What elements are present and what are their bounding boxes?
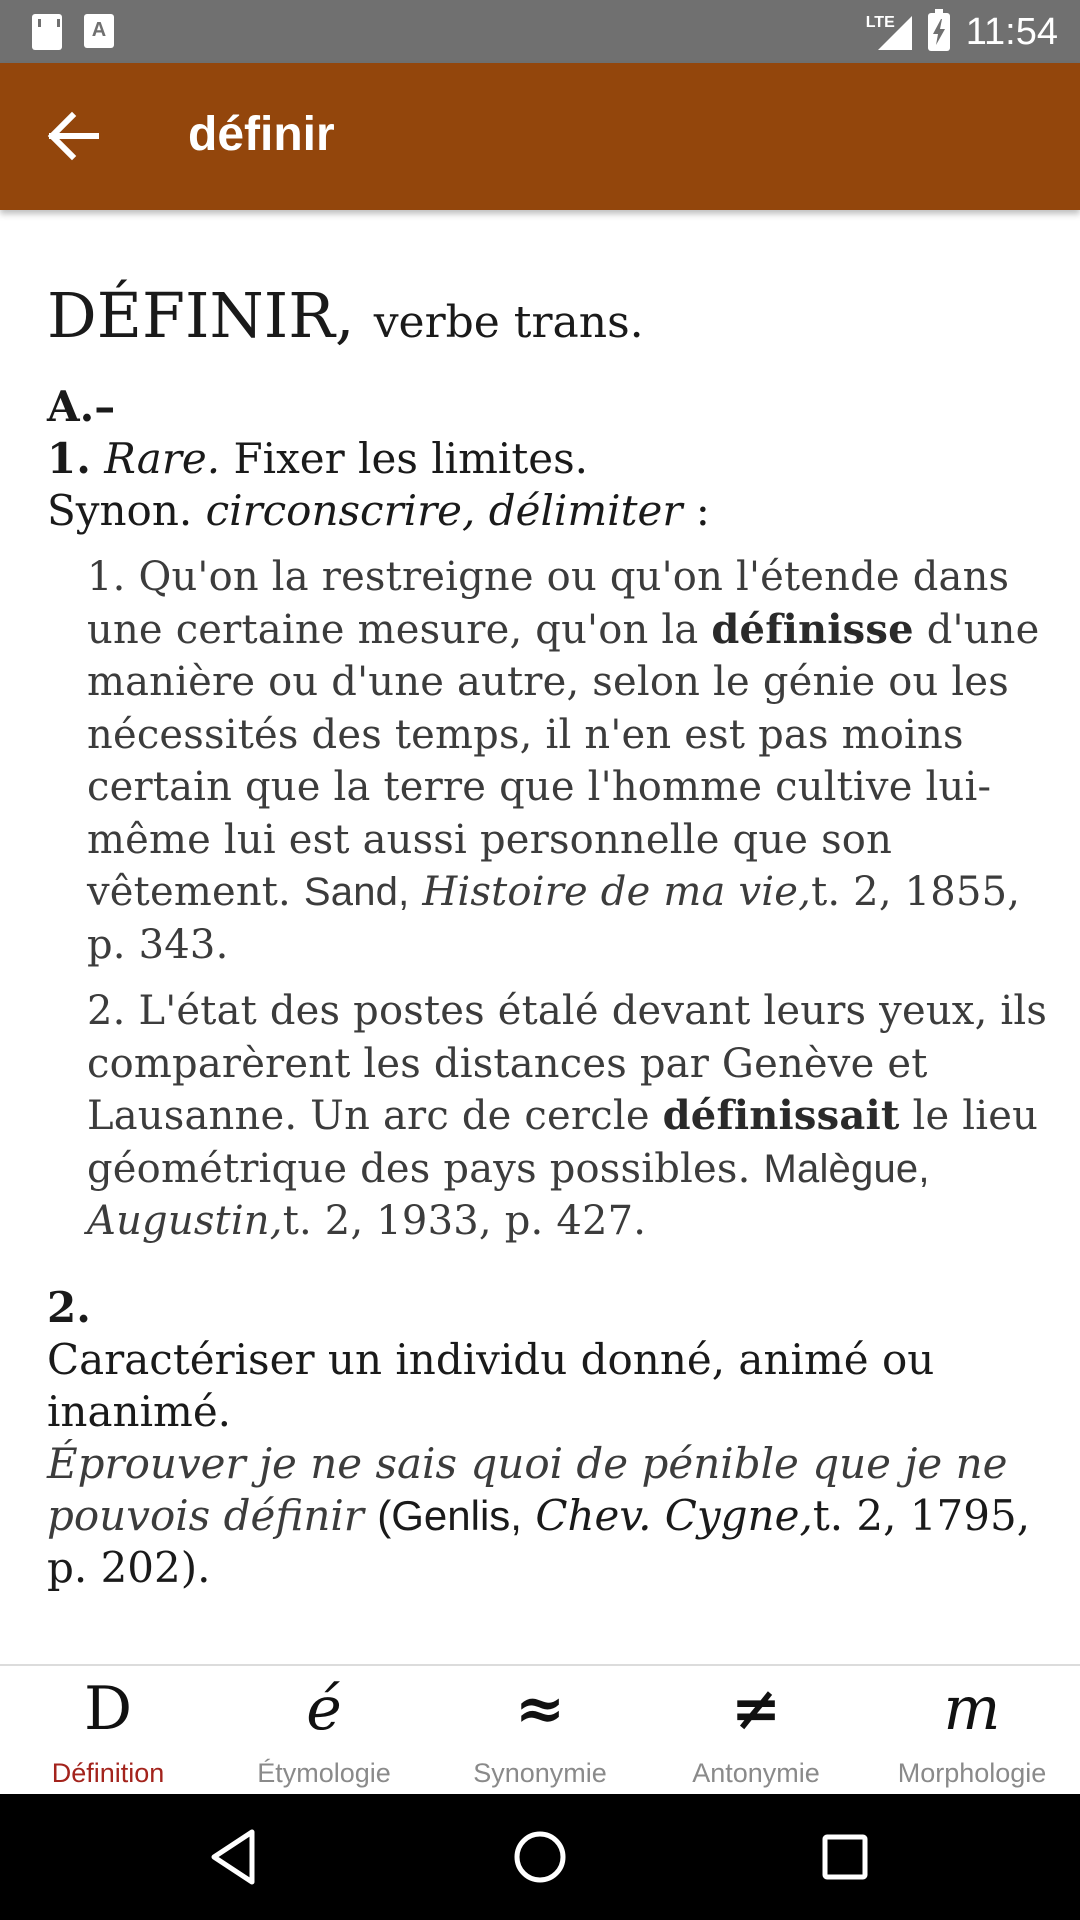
synonyms-list: circonscrire, délimiter (205, 486, 683, 535)
font-a-icon: A (84, 14, 114, 48)
entry-header: DÉFINIR, verbe trans. (47, 280, 1057, 359)
battery-charging-icon (927, 9, 950, 51)
status-time: 11:54 (965, 11, 1058, 53)
not-equal-icon: ≠ (730, 1674, 782, 1744)
synonyms-line: Synon. circonscrire, délimiter : (47, 485, 1057, 537)
tab-label: Synonymie (473, 1758, 607, 1788)
sense-2-number: 2. (47, 1282, 91, 1332)
synonyms-suffix: : (695, 486, 710, 535)
part-of-speech: verbe trans. (373, 297, 644, 348)
tab-label: Morphologie (897, 1758, 1047, 1788)
sd-card-icon (32, 14, 62, 50)
sense-1-usage-label: Rare. (104, 434, 221, 483)
quote-author: Malègue, (763, 1146, 930, 1191)
bottom-tab-bar: D Définition é Étymologie ≈ Synonymie ≠ … (0, 1664, 1080, 1796)
system-nav-bar (0, 1794, 1080, 1920)
nav-back-icon[interactable] (200, 1822, 270, 1892)
quote-text: 2. L'état des postes étalé devant leurs … (87, 988, 1048, 1139)
tab-etymologie[interactable]: é Étymologie (216, 1666, 432, 1796)
section-a-label: A.– (47, 382, 116, 431)
sense-2: 2. Caractériser un individu donné, animé… (47, 1282, 1057, 1594)
quote-highlight: définissait (662, 1092, 900, 1139)
app-bar: définir (0, 63, 1080, 210)
quote-item: 2. L'état des postes étalé devant leurs … (87, 985, 1057, 1248)
signal-icon: LTE (866, 12, 912, 52)
section-label: A.– (47, 381, 1057, 433)
quote-item: 1. Qu'on la restreigne ou qu'on l'étende… (87, 551, 1057, 971)
morphology-m-icon: m (943, 1674, 1001, 1744)
example-source-author: (Genlis, (377, 1491, 522, 1539)
headword: DÉFINIR, (47, 279, 355, 352)
sense-1-text: Fixer les limites. (233, 434, 589, 483)
quote-reference: t. 2, 1933, p. 427. (282, 1198, 647, 1244)
tab-label: Définition (51, 1758, 165, 1788)
sense-1-number: 1. (47, 434, 91, 483)
tab-antonymie[interactable]: ≠ Antonymie (648, 1666, 864, 1796)
nav-recents-icon[interactable] (810, 1822, 880, 1892)
example-source-work: Chev. Cygne, (535, 1490, 813, 1540)
sense-2-definition: Caractériser un individu donné, animé ou… (47, 1334, 935, 1436)
back-button[interactable] (40, 101, 110, 171)
sense-2-number-line: 2. (47, 1282, 1057, 1334)
etymology-e-icon: é (306, 1674, 342, 1744)
quotes-block: 1. Qu'on la restreigne ou qu'on l'étende… (87, 551, 1057, 1248)
quote-work: Augustin, (87, 1198, 283, 1244)
tab-label: Étymologie (257, 1758, 391, 1788)
nav-home-icon[interactable] (505, 1822, 575, 1892)
tab-label: Antonymie (692, 1758, 820, 1788)
tab-morphologie[interactable]: m Morphologie (864, 1666, 1080, 1796)
sense-1-definition: 1. Rare. Fixer les limites. (47, 433, 1057, 485)
quote-author: Sand, (303, 870, 410, 914)
arrow-left-icon (47, 111, 99, 161)
page-title: définir (188, 108, 335, 161)
sense-2-example: Éprouver je ne sais quoi de pénible que … (47, 1438, 1057, 1594)
approx-equal-icon: ≈ (514, 1674, 566, 1744)
tab-synonymie[interactable]: ≈ Synonymie (432, 1666, 648, 1796)
status-bar: A LTE 11:54 (0, 0, 1080, 63)
definition-d-icon: D (83, 1674, 133, 1744)
tab-definition[interactable]: D Définition (0, 1666, 216, 1796)
quote-work: Histoire de ma vie, (422, 869, 812, 915)
definition-content: DÉFINIR, verbe trans. A.– 1. Rare. Fixer… (47, 280, 1057, 1594)
synonyms-prefix: Synon. (47, 486, 193, 535)
quote-highlight: définisse (711, 605, 914, 653)
